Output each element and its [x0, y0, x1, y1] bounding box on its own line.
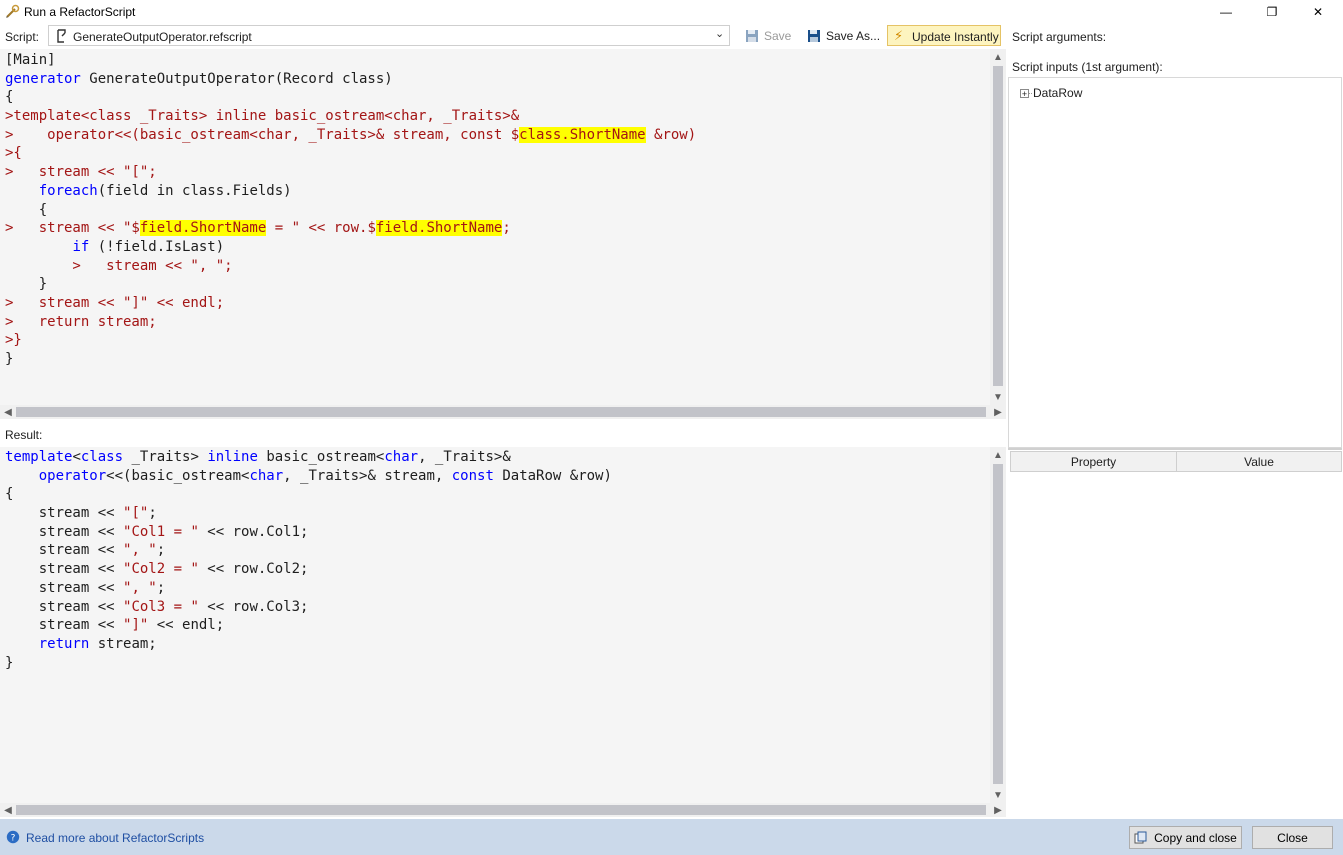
script-code-line: {: [5, 201, 48, 218]
script-code-line: }: [5, 276, 48, 293]
script-code-line: > stream << "[";: [5, 164, 157, 181]
read-more-link[interactable]: Read more about RefactorScripts: [26, 831, 204, 845]
result-viewer[interactable]: template<class _Traits> inline basic_ost…: [0, 447, 990, 803]
result-scroll-left-arrow-icon[interactable]: ◀: [2, 803, 14, 817]
script-code-line: foreach(field in class.Fields): [38, 182, 292, 199]
script-file-icon: [57, 29, 66, 43]
script-code-line: > operator<<(basic_ostream<char, _Traits…: [5, 126, 697, 143]
close-icon: ✕: [1312, 5, 1324, 19]
script-inputs-tree[interactable]: + DataRow: [1008, 77, 1342, 448]
property-column-header[interactable]: Property: [1010, 451, 1177, 472]
script-arguments-label: Script arguments:: [1012, 30, 1107, 44]
update-instantly-label: Update Instantly: [912, 30, 999, 44]
scroll-down-arrow-icon[interactable]: ▼: [990, 389, 1006, 405]
script-code[interactable]: [Main] generator GenerateOutputOperator(R…: [5, 51, 696, 369]
horizontal-scroll-thumb[interactable]: [16, 407, 986, 417]
result-code-line: {: [5, 486, 14, 503]
script-horizontal-scrollbar[interactable]: ◀: [0, 405, 990, 419]
tree-item-label: DataRow: [1033, 86, 1083, 100]
minimize-icon: —: [1220, 5, 1232, 19]
close-button[interactable]: Close: [1252, 826, 1333, 849]
script-code-line: generator GenerateOutputOperator(Record …: [5, 70, 393, 87]
result-code-line: stream << "Col2 = " << row.Col2;: [5, 561, 309, 578]
script-select[interactable]: GenerateOutputOperator.refscript ⌄: [48, 25, 730, 46]
value-column-header[interactable]: Value: [1176, 451, 1342, 472]
script-code-line: >{: [5, 145, 22, 162]
save-button[interactable]: Save: [745, 25, 791, 47]
script-code-line: > stream << ", ";: [5, 257, 233, 274]
title-bar: [0, 0, 1343, 24]
update-instantly-toggle[interactable]: ⚡ Update Instantly: [887, 25, 1001, 46]
copy-icon: [1134, 831, 1147, 844]
save-as-icon: [808, 30, 820, 42]
close-label: Close: [1277, 830, 1308, 845]
tree-item-datarow[interactable]: + DataRow: [1020, 86, 1082, 100]
property-grid: [1008, 448, 1342, 819]
result-code-line: stream << ", ";: [5, 542, 166, 559]
chevron-down-icon: ⌄: [715, 28, 725, 40]
script-code-line: {: [5, 89, 14, 106]
scroll-thumb[interactable]: [993, 66, 1003, 386]
svg-text:?: ?: [11, 834, 16, 844]
script-code-line: > stream << "$field.ShortName = " << row…: [5, 220, 511, 237]
restore-button[interactable]: ❐: [1249, 0, 1295, 24]
scroll-up-arrow-icon[interactable]: ▲: [990, 49, 1006, 65]
script-code-line: if (!field.IsLast): [72, 238, 225, 255]
restore-icon: ❐: [1266, 5, 1278, 19]
script-file-name: GenerateOutputOperator.refscript: [73, 30, 252, 44]
result-label: Result:: [5, 428, 43, 442]
minimize-button[interactable]: —: [1203, 0, 1249, 24]
result-scroll-up-arrow-icon[interactable]: ▲: [990, 447, 1006, 463]
close-window-button[interactable]: ✕: [1295, 0, 1341, 24]
script-editor[interactable]: [Main] generator GenerateOutputOperator(R…: [0, 49, 990, 405]
copy-and-close-label: Copy and close: [1154, 830, 1237, 845]
script-vertical-scrollbar[interactable]: ▲ ▼: [990, 49, 1006, 405]
window-title: Run a RefactorScript: [24, 5, 136, 19]
script-inputs-label: Script inputs (1st argument):: [1012, 60, 1163, 74]
save-label: Save: [764, 29, 792, 43]
expand-icon[interactable]: +: [1020, 88, 1029, 98]
result-code-line: return stream;: [38, 635, 157, 652]
copy-and-close-button[interactable]: Copy and close: [1129, 826, 1242, 849]
save-icon: [746, 30, 758, 42]
refactor-script-icon: [6, 4, 20, 18]
result-code-line: stream << "]" << endl;: [5, 617, 225, 634]
lightning-icon: ⚡: [894, 28, 904, 43]
result-code-line: template<class _Traits> inline basic_ost…: [5, 449, 511, 465]
result-vertical-scrollbar[interactable]: ▲ ▼: [990, 447, 1006, 803]
result-code-line: stream << "Col1 = " << row.Col1;: [5, 523, 309, 540]
result-horizontal-scrollbar[interactable]: ◀ ▶: [0, 803, 1006, 817]
result-code-line: stream << "Col3 = " << row.Col3;: [5, 598, 309, 615]
script-label: Script:: [5, 30, 40, 44]
script-code-line: >template<class _Traits> inline basic_os…: [5, 108, 520, 125]
script-code-line: >}: [5, 332, 22, 349]
script-code-line: > stream << "]" << endl;: [5, 294, 225, 311]
script-code-line: }: [5, 351, 14, 367]
save-as-label: Save As...: [826, 29, 881, 43]
result-code-line: }: [5, 654, 14, 671]
result-code-line: operator<<(basic_ostream<char, _Traits>&…: [38, 467, 612, 484]
result-horizontal-scroll-thumb[interactable]: [16, 805, 986, 815]
script-code-line: [Main]: [5, 52, 56, 68]
result-code-line: stream << ", ";: [5, 579, 166, 596]
result-code[interactable]: template<class _Traits> inline basic_ost…: [5, 448, 612, 672]
scroll-left-arrow-icon[interactable]: ◀: [2, 405, 14, 419]
result-scroll-down-arrow-icon[interactable]: ▼: [990, 787, 1006, 803]
help-icon: ?: [6, 830, 20, 844]
save-as-button[interactable]: Save As...: [807, 25, 880, 47]
scroll-right-arrow-icon[interactable]: ▶: [990, 405, 1006, 419]
script-code-line: > return stream;: [5, 313, 157, 330]
result-scroll-thumb[interactable]: [993, 464, 1003, 784]
result-scroll-right-arrow-icon[interactable]: ▶: [990, 803, 1006, 817]
result-code-line: stream << "[";: [5, 505, 157, 522]
